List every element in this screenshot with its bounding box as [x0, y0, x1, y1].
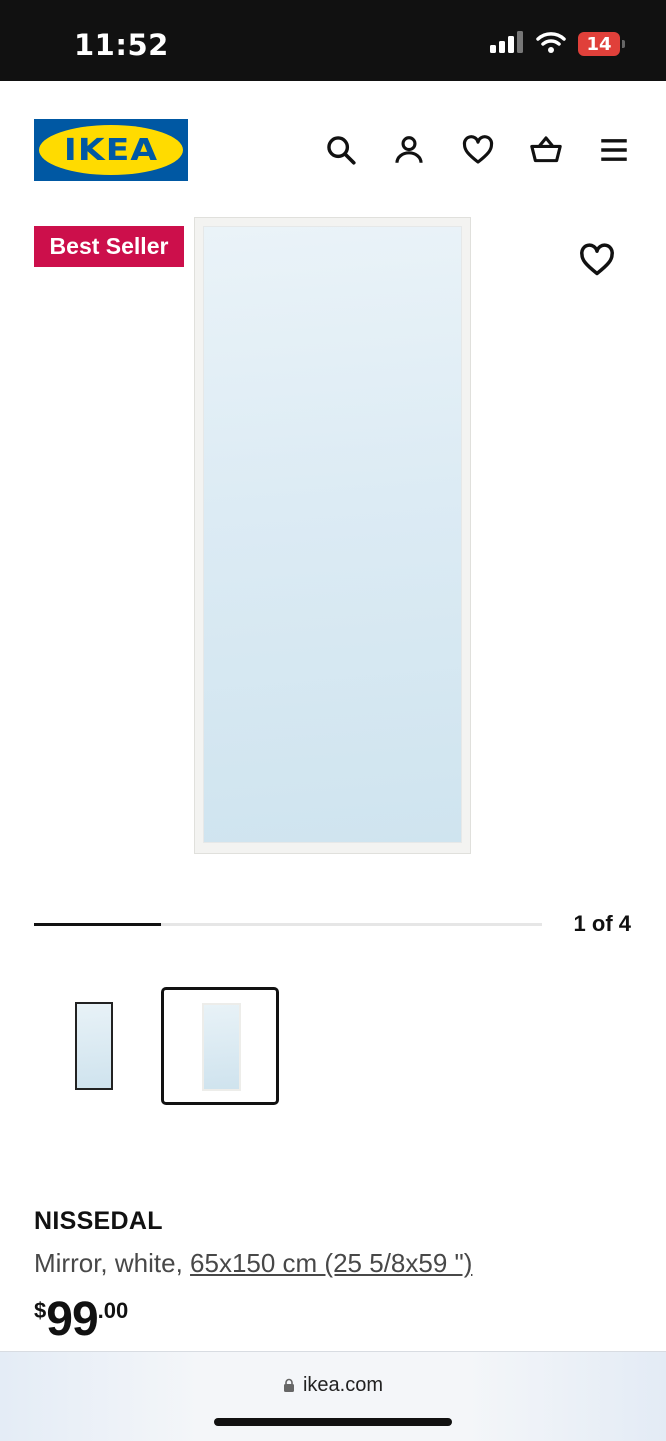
thumbnail-mirror-white	[202, 1003, 241, 1091]
product-dimensions-link[interactable]: 65x150 cm (25 5/8x59 ")	[190, 1248, 472, 1278]
thumbnail-2[interactable]	[161, 987, 279, 1105]
price-decimal: .00	[97, 1298, 129, 1323]
gallery-progress-track	[34, 923, 542, 926]
home-indicator[interactable]	[214, 1418, 452, 1426]
menu-icon[interactable]	[595, 131, 633, 169]
browser-address-bar[interactable]: ikea.com	[0, 1351, 666, 1441]
basket-icon[interactable]	[527, 131, 565, 169]
product-price: $ 99 .00	[34, 1292, 128, 1348]
search-icon[interactable]	[322, 131, 360, 169]
wifi-icon	[536, 31, 566, 58]
thumbnail-mirror-dark	[75, 1002, 113, 1090]
status-bar: 11:52 14	[0, 0, 666, 81]
thumbnail-1[interactable]	[34, 987, 152, 1105]
logo-text: IKEA	[63, 132, 159, 168]
product-description-text: Mirror, white,	[34, 1248, 191, 1278]
gallery-counter: 1 of 4	[573, 911, 631, 936]
favourite-product-button[interactable]	[578, 241, 616, 279]
lock-icon	[283, 1378, 294, 1392]
ikea-logo[interactable]: IKEA	[34, 119, 188, 181]
url-display[interactable]: ikea.com	[0, 1374, 666, 1397]
mirror-glass	[203, 226, 462, 843]
heart-icon[interactable]	[459, 131, 497, 169]
heart-icon	[580, 243, 614, 276]
product-description: Mirror, white, 65x150 cm (25 5/8x59 ")	[34, 1248, 472, 1279]
url-text: ikea.com	[302, 1374, 384, 1396]
gallery-progress-fill	[34, 923, 161, 926]
product-image[interactable]	[194, 217, 471, 854]
status-icons: 14	[490, 30, 625, 58]
status-time: 11:52	[74, 28, 169, 62]
price-integer: 99	[46, 1293, 98, 1346]
cellular-signal-icon	[490, 30, 524, 58]
user-icon[interactable]	[390, 131, 428, 169]
price-currency: $	[34, 1298, 47, 1323]
site-header: IKEA	[0, 81, 666, 216]
best-seller-badge: Best Seller	[34, 226, 184, 267]
product-name: NISSEDAL	[34, 1207, 163, 1235]
battery-indicator: 14	[578, 32, 625, 56]
logo-oval: IKEA	[39, 125, 183, 175]
